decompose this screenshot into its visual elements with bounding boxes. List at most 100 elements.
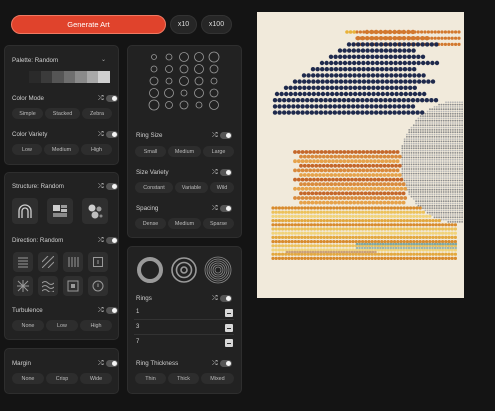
ring-size-random-toggle[interactable]: ⤮ bbox=[212, 132, 232, 139]
structure-random-toggle[interactable]: ⤮ bbox=[98, 183, 118, 190]
direction-box-button[interactable] bbox=[88, 252, 108, 272]
remove-ring-button[interactable] bbox=[225, 324, 233, 332]
color-mode-options: Simple Stacked Zebra bbox=[12, 108, 112, 119]
turbulence-none[interactable]: None bbox=[12, 320, 44, 331]
shuffle-icon: ⤮ bbox=[212, 205, 218, 212]
ring-thickness-random-toggle[interactable]: ⤮ bbox=[212, 360, 232, 367]
palette-swatch bbox=[63, 71, 76, 83]
shuffle-icon: ⤮ bbox=[98, 131, 104, 138]
ring-thickness-thin[interactable]: Thin bbox=[135, 373, 166, 384]
color-variety-low[interactable]: Low bbox=[12, 144, 42, 155]
ring-thickness-thick[interactable]: Thick bbox=[168, 373, 199, 384]
spacing-medium[interactable]: Medium bbox=[168, 218, 201, 229]
spacing-sparse[interactable]: Sparse bbox=[203, 218, 234, 229]
ring-thickness-mixed[interactable]: Mixed bbox=[201, 373, 234, 384]
margin-label: Margin bbox=[12, 360, 31, 367]
toggle-switch[interactable] bbox=[219, 132, 232, 139]
color-mode-zebra[interactable]: Zebra bbox=[82, 108, 112, 119]
shuffle-icon: ⤮ bbox=[212, 295, 218, 302]
toggle-switch[interactable] bbox=[105, 360, 118, 367]
direction-heading: Direction: Random bbox=[12, 237, 63, 244]
turbulence-high[interactable]: High bbox=[80, 320, 112, 331]
size-variety-variable[interactable]: Variable bbox=[175, 182, 208, 193]
margin-none[interactable]: None bbox=[12, 373, 44, 384]
ring-size-medium[interactable]: Medium bbox=[168, 146, 201, 157]
direction-vertical-button[interactable] bbox=[63, 252, 83, 272]
palette-swatch bbox=[75, 71, 87, 83]
chevron-down-icon[interactable]: ⌄ bbox=[101, 56, 106, 63]
toggle-switch[interactable] bbox=[105, 131, 118, 138]
turbulence-low[interactable]: Low bbox=[46, 320, 78, 331]
toggle-switch[interactable] bbox=[105, 183, 118, 190]
ring-thickness-label: Ring Thickness bbox=[136, 360, 179, 367]
toggle-switch[interactable] bbox=[219, 295, 232, 302]
remove-ring-button[interactable] bbox=[225, 339, 233, 347]
palette-swatch bbox=[52, 71, 64, 83]
color-variety-random-toggle[interactable]: ⤮ bbox=[98, 131, 118, 138]
turbulence-options: None Low High bbox=[12, 320, 112, 331]
palette-swatches[interactable] bbox=[29, 71, 111, 83]
rings-random-toggle[interactable]: ⤮ bbox=[212, 295, 232, 302]
direction-radial-button[interactable] bbox=[13, 276, 33, 296]
x100-label: x100 bbox=[208, 21, 225, 28]
multi-ring-icon[interactable] bbox=[204, 256, 232, 284]
direction-frame-button[interactable] bbox=[63, 276, 83, 296]
radial-icon bbox=[17, 280, 29, 292]
structure-scatter-button[interactable] bbox=[82, 198, 108, 224]
shuffle-icon: ⤮ bbox=[212, 132, 218, 139]
shuffle-icon: ⤮ bbox=[98, 183, 104, 190]
color-mode-label: Color Mode bbox=[12, 95, 44, 102]
triple-ring-icon[interactable] bbox=[171, 257, 197, 283]
direction-value: Random bbox=[39, 237, 64, 244]
turbulence-random-toggle[interactable]: ⤮ bbox=[98, 307, 118, 314]
remove-ring-button[interactable] bbox=[225, 309, 233, 317]
box-icon bbox=[93, 257, 103, 267]
color-variety-high[interactable]: High bbox=[81, 144, 112, 155]
spacing-dense[interactable]: Dense bbox=[135, 218, 166, 229]
artwork-image bbox=[271, 29, 463, 260]
toggle-switch[interactable] bbox=[105, 307, 118, 314]
spacing-random-toggle[interactable]: ⤮ bbox=[212, 205, 232, 212]
artwork-canvas[interactable] bbox=[257, 12, 464, 298]
palette-swatch bbox=[40, 71, 53, 83]
direction-random-toggle[interactable]: ⤮ bbox=[98, 237, 118, 244]
rings-item-3: 3 bbox=[136, 324, 140, 330]
structure-arch-button[interactable] bbox=[12, 198, 38, 224]
toggle-switch[interactable] bbox=[105, 237, 118, 244]
toggle-switch[interactable] bbox=[219, 205, 232, 212]
structure-blocks-button[interactable] bbox=[47, 198, 73, 224]
toggle-switch[interactable] bbox=[219, 169, 232, 176]
ring-size-options: Small Medium Large bbox=[135, 146, 234, 157]
circle-icon bbox=[92, 280, 104, 292]
generate-art-label: Generate Art bbox=[67, 20, 110, 29]
x100-button[interactable]: x100 bbox=[201, 15, 232, 34]
size-variety-options: Constant Variable Wild bbox=[135, 182, 234, 193]
margin-crisp[interactable]: Crisp bbox=[46, 373, 78, 384]
direction-circle-button[interactable] bbox=[88, 276, 108, 296]
color-mode-simple[interactable]: Simple bbox=[12, 108, 43, 119]
diagonal-lines-icon bbox=[42, 256, 54, 268]
color-mode-random-toggle[interactable]: ⤮ bbox=[98, 95, 118, 102]
ring-size-small[interactable]: Small bbox=[135, 146, 166, 157]
shuffle-icon: ⤮ bbox=[98, 237, 104, 244]
direction-horizontal-button[interactable] bbox=[13, 252, 33, 272]
structure-heading: Structure: Random bbox=[12, 183, 64, 190]
palette-swatch bbox=[29, 71, 41, 83]
toggle-switch[interactable] bbox=[105, 95, 118, 102]
thick-ring-icon[interactable] bbox=[137, 257, 163, 283]
direction-wave-button[interactable] bbox=[38, 276, 58, 296]
x10-button[interactable]: x10 bbox=[170, 15, 197, 34]
color-mode-stacked[interactable]: Stacked bbox=[45, 108, 80, 119]
size-variety-random-toggle[interactable]: ⤮ bbox=[212, 169, 232, 176]
ring-size-large[interactable]: Large bbox=[203, 146, 234, 157]
margin-wide[interactable]: Wide bbox=[80, 373, 112, 384]
toggle-switch[interactable] bbox=[219, 360, 232, 367]
generate-art-button[interactable]: Generate Art bbox=[11, 15, 166, 34]
color-variety-medium[interactable]: Medium bbox=[44, 144, 79, 155]
direction-diagonal-button[interactable] bbox=[38, 252, 58, 272]
size-variety-constant[interactable]: Constant bbox=[135, 182, 173, 193]
margin-random-toggle[interactable]: ⤮ bbox=[98, 360, 118, 367]
size-variety-wild[interactable]: Wild bbox=[210, 182, 234, 193]
color-variety-label: Color Variety bbox=[12, 131, 48, 138]
shuffle-icon: ⤮ bbox=[98, 307, 104, 314]
